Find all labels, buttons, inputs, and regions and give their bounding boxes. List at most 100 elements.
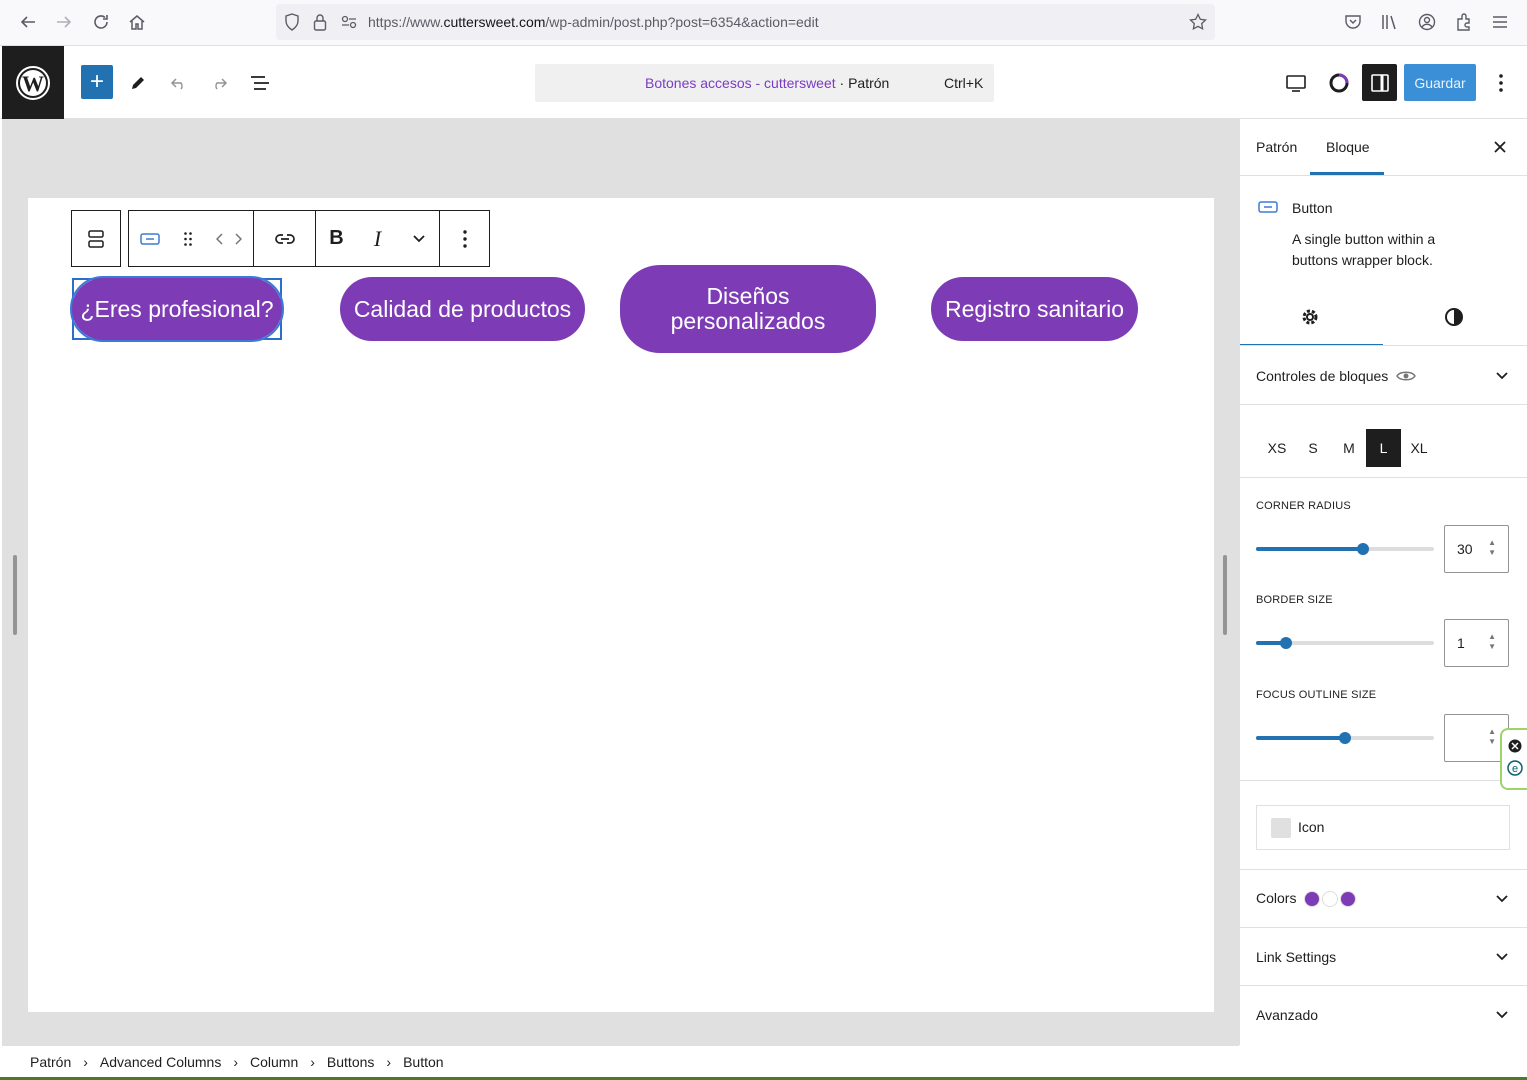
divider — [1240, 404, 1527, 405]
bookmark-star-icon[interactable] — [1184, 8, 1212, 36]
border-size-input[interactable]: 1 ▲ ▼ — [1444, 619, 1509, 667]
undo-icon[interactable] — [164, 68, 194, 98]
corner-radius-label: CORNER RADIUS — [1256, 500, 1351, 512]
chevron-down-icon[interactable] — [1492, 366, 1512, 386]
plugin-circle-icon[interactable] — [1324, 68, 1354, 98]
chevron-right-icon: › — [83, 1054, 88, 1070]
spin-arrows-icon[interactable]: ▲ ▼ — [1488, 632, 1496, 652]
reload-icon[interactable] — [87, 8, 115, 36]
resize-handle-right[interactable] — [1223, 555, 1227, 635]
breadcrumb-item[interactable]: Patrón — [30, 1054, 71, 1070]
divider — [1240, 345, 1527, 346]
size-xs-button[interactable]: XS — [1260, 429, 1294, 467]
drag-handle-icon[interactable] — [174, 219, 202, 259]
close-icon[interactable] — [1490, 137, 1510, 157]
chevron-down-icon[interactable] — [1492, 889, 1512, 909]
divider — [1240, 175, 1527, 176]
focus-outline-slider[interactable] — [1256, 732, 1434, 744]
button-disenos-personalizados[interactable]: Diseños personalizados — [620, 265, 876, 353]
italic-icon[interactable]: I — [358, 219, 398, 259]
icon-picker[interactable]: Icon — [1256, 805, 1510, 850]
options-group — [439, 210, 490, 267]
tab-bloque[interactable]: Bloque — [1326, 119, 1370, 175]
settings-gear-icon[interactable] — [1300, 307, 1320, 330]
menu-icon[interactable] — [1486, 8, 1514, 36]
preview-desktop-icon[interactable] — [1281, 68, 1311, 98]
button-block-icon — [1258, 200, 1278, 216]
size-m-button[interactable]: M — [1332, 429, 1366, 467]
library-icon[interactable] — [1376, 8, 1404, 36]
tools-pencil-icon[interactable] — [123, 68, 153, 98]
color-swatch — [1304, 891, 1321, 908]
button-registro-sanitario[interactable]: Registro sanitario — [931, 277, 1138, 341]
button-block-icon[interactable] — [133, 219, 167, 259]
list-view-icon[interactable] — [245, 68, 275, 98]
address-bar[interactable]: https://www.cuttersweet.com/wp-admin/pos… — [276, 4, 1215, 40]
styles-contrast-icon[interactable] — [1444, 307, 1464, 330]
chevron-down-icon[interactable] — [1492, 947, 1512, 967]
resize-handle-left[interactable] — [13, 555, 17, 635]
bold-icon[interactable]: B — [317, 219, 357, 259]
block-breadcrumb: Patrón › Advanced Columns › Column › But… — [2, 1045, 1239, 1078]
lock-icon[interactable] — [306, 8, 334, 36]
block-card-title: Button — [1292, 200, 1333, 216]
block-toolbar: B I — [71, 210, 490, 267]
add-block-button[interactable]: + — [81, 65, 113, 99]
divider — [1240, 985, 1527, 986]
move-left-right-icon[interactable] — [209, 219, 249, 259]
spin-arrows-icon[interactable]: ▲ ▼ — [1488, 538, 1496, 558]
more-formats-chevron-icon[interactable] — [399, 219, 439, 259]
extension-floating-widget[interactable]: e — [1500, 728, 1527, 790]
select-parent-buttons-icon[interactable] — [76, 219, 116, 259]
permissions-icon[interactable] — [335, 8, 363, 36]
breadcrumb-item[interactable]: Buttons — [327, 1054, 374, 1070]
divider — [1240, 869, 1527, 870]
options-kebab-icon[interactable] — [1486, 68, 1516, 98]
corner-radius-slider[interactable] — [1256, 543, 1434, 555]
command-palette[interactable]: Botones accesos - cuttersweet · Patrón C… — [535, 64, 994, 102]
browser-toolbar: https://www.cuttersweet.com/wp-admin/pos… — [0, 0, 1527, 46]
account-icon[interactable] — [1413, 8, 1441, 36]
pocket-icon[interactable] — [1339, 8, 1367, 36]
close-circle-icon[interactable] — [1508, 739, 1522, 756]
extensions-icon[interactable] — [1450, 8, 1478, 36]
breadcrumb-item[interactable]: Button — [403, 1054, 443, 1070]
corner-radius-input[interactable]: 30 ▲ ▼ — [1444, 525, 1509, 573]
chevron-right-icon: › — [386, 1054, 392, 1070]
extension-e-icon[interactable]: e — [1506, 760, 1523, 779]
settings-sidebar-toggle-icon[interactable] — [1362, 64, 1397, 101]
shield-icon[interactable] — [278, 8, 306, 36]
link-settings-title[interactable]: Link Settings — [1256, 949, 1336, 965]
advanced-title[interactable]: Avanzado — [1256, 1007, 1318, 1023]
size-xl-button[interactable]: XL — [1402, 429, 1436, 467]
spin-arrows-icon[interactable]: ▲ ▼ — [1488, 727, 1496, 747]
divider — [1240, 780, 1527, 781]
link-icon[interactable] — [265, 219, 305, 259]
svg-text:W: W — [22, 71, 44, 96]
tab-patron[interactable]: Patrón — [1256, 119, 1297, 175]
button-calidad-productos[interactable]: Calidad de productos — [340, 277, 585, 341]
save-button[interactable]: Guardar — [1404, 64, 1476, 101]
block-card-description: A single button within a buttons wrapper… — [1292, 231, 1436, 268]
border-size-slider[interactable] — [1256, 637, 1434, 649]
breadcrumb-item[interactable]: Advanced Columns — [100, 1054, 221, 1070]
back-icon[interactable] — [14, 8, 42, 36]
colors-panel-title[interactable]: Colors — [1256, 890, 1357, 908]
size-l-button[interactable]: L — [1366, 429, 1401, 467]
wordpress-logo-icon[interactable]: W — [2, 46, 64, 119]
breadcrumb-item[interactable]: Column — [250, 1054, 298, 1070]
chevron-right-icon: › — [310, 1054, 315, 1070]
button-eres-profesional[interactable]: ¿Eres profesional? — [70, 276, 284, 342]
icon-label: Icon — [1298, 819, 1325, 835]
home-icon[interactable] — [123, 8, 151, 36]
parent-select-group — [71, 210, 121, 267]
block-options-kebab-icon[interactable] — [445, 219, 485, 259]
chevron-down-icon[interactable] — [1492, 1005, 1512, 1025]
document-title: Botones accesos - cuttersweet · Patrón — [645, 75, 890, 91]
block-controls-title[interactable]: Controles de bloques — [1256, 368, 1417, 385]
icon-placeholder-swatch — [1271, 818, 1291, 838]
forward-icon[interactable] — [50, 8, 78, 36]
svg-text:e: e — [1511, 763, 1517, 775]
size-s-button[interactable]: S — [1296, 429, 1330, 467]
redo-icon[interactable] — [204, 68, 234, 98]
